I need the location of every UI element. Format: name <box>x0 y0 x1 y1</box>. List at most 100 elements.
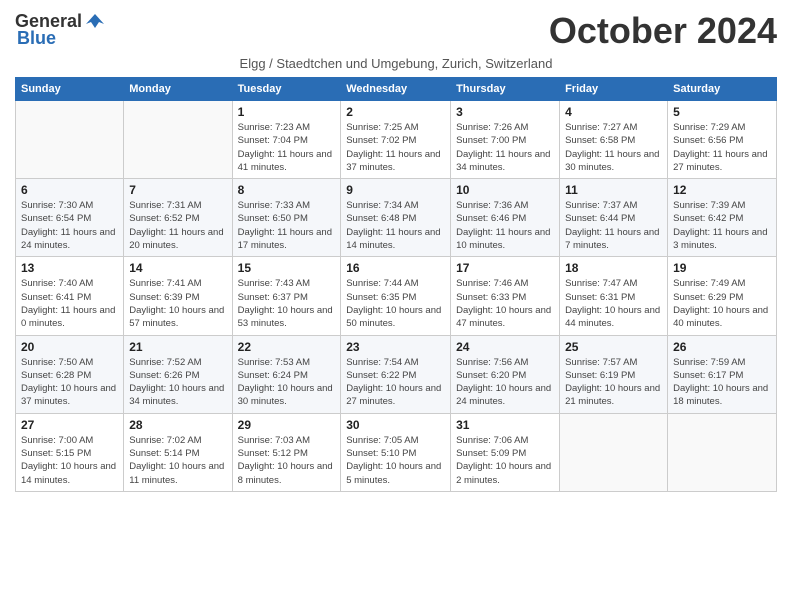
calendar-cell: 22 Sunrise: 7:53 AM Sunset: 6:24 PM Dayli… <box>232 335 341 413</box>
weekday-header-tuesday: Tuesday <box>232 78 341 101</box>
day-info: Sunrise: 7:29 AM Sunset: 6:56 PM Dayligh… <box>673 121 771 174</box>
weekday-header-wednesday: Wednesday <box>341 78 451 101</box>
day-info: Sunrise: 7:47 AM Sunset: 6:31 PM Dayligh… <box>565 277 662 330</box>
day-info: Sunrise: 7:37 AM Sunset: 6:44 PM Dayligh… <box>565 199 662 252</box>
day-number: 28 <box>129 418 226 432</box>
calendar-cell: 12 Sunrise: 7:39 AM Sunset: 6:42 PM Dayli… <box>668 179 777 257</box>
day-number: 5 <box>673 105 771 119</box>
day-number: 17 <box>456 261 554 275</box>
calendar-cell: 17 Sunrise: 7:46 AM Sunset: 6:33 PM Dayli… <box>451 257 560 335</box>
calendar-cell: 14 Sunrise: 7:41 AM Sunset: 6:39 PM Dayli… <box>124 257 232 335</box>
calendar-cell: 4 Sunrise: 7:27 AM Sunset: 6:58 PM Daylig… <box>560 101 668 179</box>
day-number: 2 <box>346 105 445 119</box>
day-number: 26 <box>673 340 771 354</box>
weekday-header-sunday: Sunday <box>16 78 124 101</box>
calendar-cell: 9 Sunrise: 7:34 AM Sunset: 6:48 PM Daylig… <box>341 179 451 257</box>
day-info: Sunrise: 7:54 AM Sunset: 6:22 PM Dayligh… <box>346 356 445 409</box>
day-number: 27 <box>21 418 118 432</box>
day-number: 22 <box>238 340 336 354</box>
weekday-header-thursday: Thursday <box>451 78 560 101</box>
day-number: 4 <box>565 105 662 119</box>
weekday-header-saturday: Saturday <box>668 78 777 101</box>
day-info: Sunrise: 7:41 AM Sunset: 6:39 PM Dayligh… <box>129 277 226 330</box>
day-number: 7 <box>129 183 226 197</box>
weekday-header-monday: Monday <box>124 78 232 101</box>
logo-blue-text: Blue <box>17 28 56 49</box>
calendar-cell: 28Sunrise: 7:02 AM Sunset: 5:14 PM Dayli… <box>124 413 232 491</box>
day-number: 23 <box>346 340 445 354</box>
day-info: Sunrise: 7:57 AM Sunset: 6:19 PM Dayligh… <box>565 356 662 409</box>
calendar-cell <box>668 413 777 491</box>
calendar-cell: 13Sunrise: 7:40 AM Sunset: 6:41 PM Dayli… <box>16 257 124 335</box>
day-info: Sunrise: 7:33 AM Sunset: 6:50 PM Dayligh… <box>238 199 336 252</box>
calendar-cell: 30 Sunrise: 7:05 AM Sunset: 5:10 PM Dayli… <box>341 413 451 491</box>
calendar-cell <box>560 413 668 491</box>
day-info: Sunrise: 7:05 AM Sunset: 5:10 PM Dayligh… <box>346 434 445 487</box>
day-info: Sunrise: 7:00 AM Sunset: 5:15 PM Dayligh… <box>21 434 118 487</box>
day-number: 12 <box>673 183 771 197</box>
day-info: Sunrise: 7:23 AM Sunset: 7:04 PM Dayligh… <box>238 121 336 174</box>
calendar-cell: 29 Sunrise: 7:03 AM Sunset: 5:12 PM Dayli… <box>232 413 341 491</box>
day-info: Sunrise: 7:31 AM Sunset: 6:52 PM Dayligh… <box>129 199 226 252</box>
calendar-cell: 8 Sunrise: 7:33 AM Sunset: 6:50 PM Daylig… <box>232 179 341 257</box>
logo-bird-icon <box>84 10 106 32</box>
day-number: 8 <box>238 183 336 197</box>
calendar-cell: 31 Sunrise: 7:06 AM Sunset: 5:09 PM Dayli… <box>451 413 560 491</box>
weekday-header-friday: Friday <box>560 78 668 101</box>
calendar-cell: 21 Sunrise: 7:52 AM Sunset: 6:26 PM Dayli… <box>124 335 232 413</box>
day-info: Sunrise: 7:44 AM Sunset: 6:35 PM Dayligh… <box>346 277 445 330</box>
day-number: 24 <box>456 340 554 354</box>
day-info: Sunrise: 7:25 AM Sunset: 7:02 PM Dayligh… <box>346 121 445 174</box>
day-number: 13 <box>21 261 118 275</box>
calendar-cell: 25 Sunrise: 7:57 AM Sunset: 6:19 PM Dayli… <box>560 335 668 413</box>
day-number: 14 <box>129 261 226 275</box>
calendar-cell: 1Sunrise: 7:23 AM Sunset: 7:04 PM Daylig… <box>232 101 341 179</box>
calendar-cell: 23 Sunrise: 7:54 AM Sunset: 6:22 PM Dayli… <box>341 335 451 413</box>
day-info: Sunrise: 7:27 AM Sunset: 6:58 PM Dayligh… <box>565 121 662 174</box>
day-info: Sunrise: 7:50 AM Sunset: 6:28 PM Dayligh… <box>21 356 118 409</box>
calendar-cell: 26 Sunrise: 7:59 AM Sunset: 6:17 PM Dayli… <box>668 335 777 413</box>
logo: General Blue <box>15 10 106 49</box>
day-number: 10 <box>456 183 554 197</box>
day-number: 30 <box>346 418 445 432</box>
day-number: 18 <box>565 261 662 275</box>
day-number: 25 <box>565 340 662 354</box>
day-number: 6 <box>21 183 118 197</box>
day-info: Sunrise: 7:26 AM Sunset: 7:00 PM Dayligh… <box>456 121 554 174</box>
day-number: 31 <box>456 418 554 432</box>
calendar-cell: 6Sunrise: 7:30 AM Sunset: 6:54 PM Daylig… <box>16 179 124 257</box>
calendar-cell: 3 Sunrise: 7:26 AM Sunset: 7:00 PM Daylig… <box>451 101 560 179</box>
day-number: 21 <box>129 340 226 354</box>
day-info: Sunrise: 7:34 AM Sunset: 6:48 PM Dayligh… <box>346 199 445 252</box>
day-number: 29 <box>238 418 336 432</box>
day-number: 11 <box>565 183 662 197</box>
calendar-cell: 24 Sunrise: 7:56 AM Sunset: 6:20 PM Dayli… <box>451 335 560 413</box>
day-info: Sunrise: 7:36 AM Sunset: 6:46 PM Dayligh… <box>456 199 554 252</box>
calendar-cell: 11 Sunrise: 7:37 AM Sunset: 6:44 PM Dayli… <box>560 179 668 257</box>
calendar-cell: 19Sunrise: 7:49 AM Sunset: 6:29 PM Dayli… <box>668 257 777 335</box>
day-info: Sunrise: 7:52 AM Sunset: 6:26 PM Dayligh… <box>129 356 226 409</box>
calendar-cell: 7 Sunrise: 7:31 AM Sunset: 6:52 PM Daylig… <box>124 179 232 257</box>
calendar-cell: 27 Sunrise: 7:00 AM Sunset: 5:15 PM Dayli… <box>16 413 124 491</box>
calendar-cell <box>124 101 232 179</box>
day-info: Sunrise: 7:59 AM Sunset: 6:17 PM Dayligh… <box>673 356 771 409</box>
calendar-cell: 16Sunrise: 7:44 AM Sunset: 6:35 PM Dayli… <box>341 257 451 335</box>
location-subtitle: Elgg / Staedtchen und Umgebung, Zurich, … <box>15 56 777 71</box>
day-number: 3 <box>456 105 554 119</box>
day-info: Sunrise: 7:46 AM Sunset: 6:33 PM Dayligh… <box>456 277 554 330</box>
month-title: October 2024 <box>549 10 777 52</box>
calendar-table: SundayMondayTuesdayWednesdayThursdayFrid… <box>15 77 777 492</box>
day-info: Sunrise: 7:53 AM Sunset: 6:24 PM Dayligh… <box>238 356 336 409</box>
day-info: Sunrise: 7:39 AM Sunset: 6:42 PM Dayligh… <box>673 199 771 252</box>
day-info: Sunrise: 7:03 AM Sunset: 5:12 PM Dayligh… <box>238 434 336 487</box>
calendar-cell <box>16 101 124 179</box>
page-header: General Blue October 2024 <box>15 10 777 52</box>
day-info: Sunrise: 7:43 AM Sunset: 6:37 PM Dayligh… <box>238 277 336 330</box>
calendar-cell: 20Sunrise: 7:50 AM Sunset: 6:28 PM Dayli… <box>16 335 124 413</box>
day-info: Sunrise: 7:56 AM Sunset: 6:20 PM Dayligh… <box>456 356 554 409</box>
day-number: 9 <box>346 183 445 197</box>
day-info: Sunrise: 7:49 AM Sunset: 6:29 PM Dayligh… <box>673 277 771 330</box>
day-info: Sunrise: 7:06 AM Sunset: 5:09 PM Dayligh… <box>456 434 554 487</box>
calendar-cell: 2 Sunrise: 7:25 AM Sunset: 7:02 PM Daylig… <box>341 101 451 179</box>
calendar-cell: 18 Sunrise: 7:47 AM Sunset: 6:31 PM Dayli… <box>560 257 668 335</box>
